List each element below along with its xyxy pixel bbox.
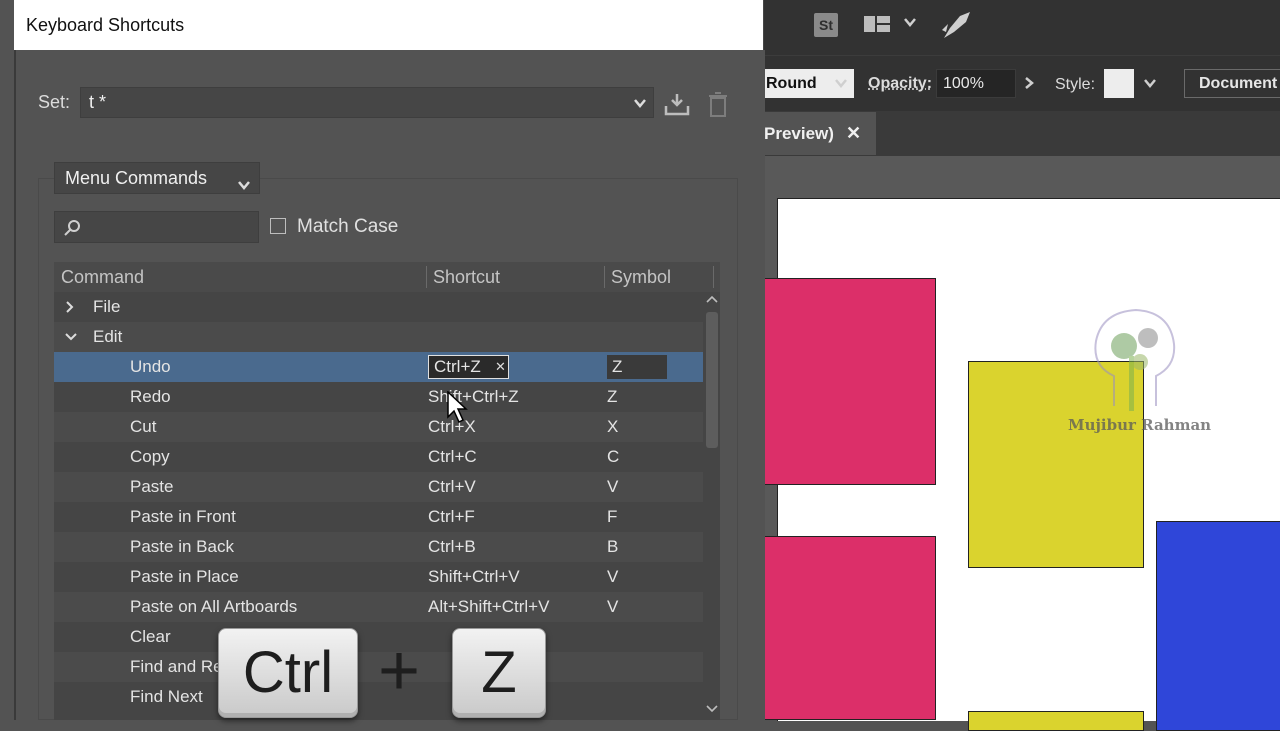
dialog-title: Keyboard Shortcuts xyxy=(26,15,185,35)
command-cell: Cut xyxy=(130,417,157,436)
workspace-layout-icon[interactable] xyxy=(864,14,890,34)
pink-rectangle[interactable] xyxy=(764,278,936,485)
command-cell: Redo xyxy=(130,387,171,406)
column-header-command[interactable]: Command xyxy=(61,267,144,288)
scrollbar-thumb[interactable] xyxy=(706,312,718,448)
command-cell: Clear xyxy=(130,627,171,646)
table-row[interactable]: Paste in Back Ctrl+B B xyxy=(54,532,703,562)
symbol-cell: C xyxy=(607,447,620,466)
document-tab-label: Preview) xyxy=(764,124,834,143)
style-label: Style: xyxy=(1055,76,1096,93)
set-label: Set: xyxy=(38,92,71,112)
symbol-edit-field[interactable]: Z xyxy=(607,355,667,379)
plus-sign: + xyxy=(378,631,421,711)
column-divider xyxy=(426,266,427,288)
close-icon[interactable]: ✕ xyxy=(846,112,861,155)
chevron-right-icon[interactable] xyxy=(1022,76,1036,95)
z-key-label: Z xyxy=(481,640,517,705)
symbol-cell: F xyxy=(607,507,618,526)
brush-value: Round xyxy=(766,75,817,92)
document-tab[interactable]: Preview) ✕ xyxy=(764,112,876,155)
command-type-value: Menu Commands xyxy=(65,168,208,188)
shortcut-cell: Alt+Shift+Ctrl+V xyxy=(428,597,550,616)
shortcut-cell: Ctrl+C xyxy=(428,447,477,466)
table-row[interactable]: Paste in Place Shift+Ctrl+V V xyxy=(54,562,703,592)
table-row-group[interactable]: Edit xyxy=(54,322,703,352)
delete-set-icon[interactable] xyxy=(708,92,728,123)
mouse-cursor-icon xyxy=(447,390,469,430)
search-icon xyxy=(63,219,81,242)
shortcut-cell: Shift+Ctrl+V xyxy=(428,567,520,586)
column-header-shortcut[interactable]: Shortcut xyxy=(433,267,500,288)
search-input[interactable] xyxy=(54,211,259,243)
pink-rectangle[interactable] xyxy=(764,536,936,720)
symbol-cell: X xyxy=(607,417,619,436)
style-swatch[interactable] xyxy=(1104,69,1134,98)
column-divider xyxy=(604,266,605,288)
shortcut-cell: Shift+Ctrl+Z xyxy=(428,387,519,406)
command-cell: Paste on All Artboards xyxy=(130,597,298,616)
table-row[interactable]: Redo Shift+Ctrl+Z Z xyxy=(54,382,703,412)
shortcut-cell: Ctrl+F xyxy=(428,507,475,526)
table-row-group[interactable]: File xyxy=(54,292,703,322)
symbol-value: Z xyxy=(612,357,623,376)
chevron-down-icon[interactable] xyxy=(1143,76,1157,95)
watermark-text: Mujibur Rahman xyxy=(1068,416,1212,434)
z-key-overlay: Z xyxy=(452,628,546,718)
chevron-down-icon[interactable] xyxy=(705,702,719,721)
watermark-logo xyxy=(1084,306,1184,421)
command-type-dropdown[interactable]: Menu Commands xyxy=(54,162,260,194)
dialog-left-edge xyxy=(14,50,16,720)
chevron-up-icon[interactable] xyxy=(705,292,719,311)
stock-icon[interactable]: St xyxy=(814,13,838,37)
app-top-bar: St xyxy=(764,0,1280,55)
match-case-checkbox[interactable] xyxy=(270,218,286,234)
command-cell: Paste in Back xyxy=(130,537,234,556)
symbol-cell: V xyxy=(607,477,619,496)
chevron-down-icon xyxy=(237,171,251,201)
command-cell: Find Next xyxy=(130,687,203,706)
shortcut-cell: Ctrl+B xyxy=(428,537,476,556)
command-cell: Copy xyxy=(130,447,170,466)
table-row[interactable]: Paste Ctrl+V V xyxy=(54,472,703,502)
table-row[interactable]: Paste on All Artboards Alt+Shift+Ctrl+V … xyxy=(54,592,703,622)
chevron-down-icon[interactable] xyxy=(903,15,917,34)
rocket-icon[interactable] xyxy=(940,10,972,45)
shortcut-value: Ctrl+Z xyxy=(434,357,481,376)
document-setup-button[interactable]: Document S xyxy=(1184,69,1280,98)
symbol-cell: B xyxy=(607,537,619,556)
set-dropdown[interactable]: t * xyxy=(80,87,654,118)
control-bar: Round Opacity: 100% Style: Document S xyxy=(764,55,1280,112)
table-row[interactable]: Cut Ctrl+X X xyxy=(54,412,703,442)
clear-shortcut-icon[interactable]: ✕ xyxy=(495,352,506,382)
table-row[interactable]: Paste in Front Ctrl+F F xyxy=(54,502,703,532)
match-case-label: Match Case xyxy=(297,216,399,237)
chevron-down-icon[interactable] xyxy=(834,76,848,95)
opacity-input[interactable]: 100% xyxy=(936,69,1016,98)
command-cell: Paste in Place xyxy=(130,567,239,586)
table-row[interactable]: Copy Ctrl+C C xyxy=(54,442,703,472)
command-cell: Paste xyxy=(130,477,174,496)
column-header-symbol[interactable]: Symbol xyxy=(611,267,671,288)
column-divider xyxy=(713,266,714,288)
table-header: Command Shortcut Symbol xyxy=(54,262,720,292)
save-set-icon[interactable] xyxy=(664,92,690,121)
chevron-down-icon xyxy=(633,96,647,115)
opacity-label: Opacity: xyxy=(868,75,933,92)
ctrl-key-overlay: Ctrl xyxy=(218,628,358,718)
symbol-cell: V xyxy=(607,597,619,616)
shortcut-cell: Ctrl+V xyxy=(428,477,476,496)
ctrl-key-label: Ctrl xyxy=(242,640,334,705)
group-label: File xyxy=(93,297,121,316)
group-label: Edit xyxy=(93,327,123,346)
set-value: t * xyxy=(89,92,107,112)
yellow-rectangle[interactable] xyxy=(968,711,1144,731)
command-cell: Paste in Front xyxy=(130,507,236,526)
symbol-cell: V xyxy=(607,567,619,586)
table-row[interactable]: Undo Ctrl+Z ✕ Z xyxy=(54,352,703,382)
command-cell: Undo xyxy=(130,357,171,376)
symbol-cell: Z xyxy=(607,387,618,406)
blue-rectangle[interactable] xyxy=(1156,521,1280,731)
command-cell: Find and Re xyxy=(130,657,223,676)
